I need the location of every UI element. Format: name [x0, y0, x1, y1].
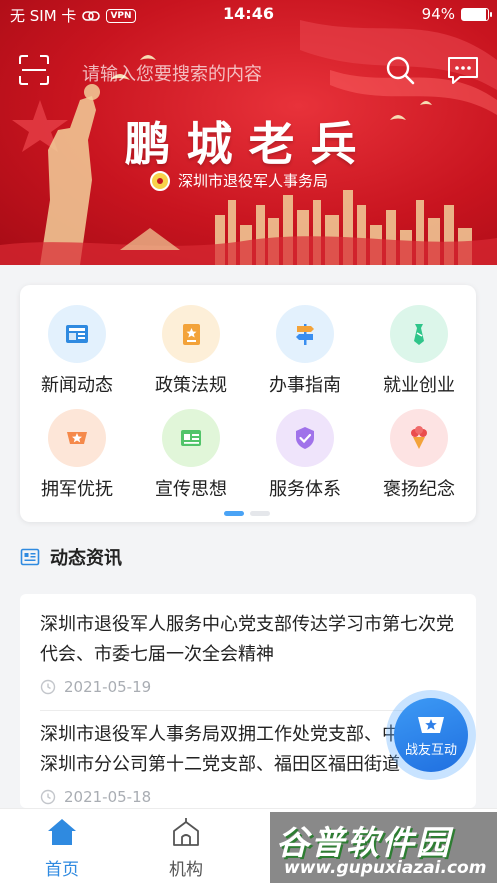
menu-item-guide[interactable]: 办事指南 [248, 305, 362, 405]
scan-icon[interactable] [18, 54, 50, 86]
banner-subtitle: 深圳市退役军人事务局 [150, 170, 328, 191]
building-icon [173, 818, 199, 846]
fab-label: 战友互动 [404, 742, 457, 758]
policy-book-icon [162, 305, 220, 363]
tab-label: 机构 [169, 860, 203, 880]
banner-subtitle-text: 深圳市退役军人事务局 [178, 172, 329, 190]
banner[interactable]: 无 SIM 卡 VPN 14:46 94% 请输入您要搜索的内容 鹏城老兵 深圳… [0, 0, 497, 265]
search-input[interactable]: 请输入您要搜索的内容 [82, 60, 262, 86]
menu-label: 拥军优抚 [41, 479, 113, 500]
news-date: 2021-05-19 [40, 678, 460, 696]
tab-organization[interactable]: 机构 [146, 817, 226, 880]
news-date-text: 2021-05-18 [64, 788, 152, 806]
pager-dot[interactable] [250, 511, 270, 516]
battery-percent: 94% [421, 5, 455, 23]
signpost-icon [276, 305, 334, 363]
watermark-url: www.gupuxiazai.com [284, 858, 487, 878]
news-list-icon [20, 548, 40, 566]
menu-label: 新闻动态 [41, 375, 113, 396]
news-date: 2021-05-18 [40, 788, 460, 806]
menu-item-news[interactable]: 新闻动态 [20, 305, 134, 405]
status-bar: 无 SIM 卡 VPN 14:46 94% [0, 0, 497, 28]
comrade-interaction-button[interactable]: 战友互动 [394, 698, 468, 772]
pager-dot[interactable] [224, 511, 244, 516]
tab-home[interactable]: 首页 [22, 817, 102, 880]
search-icon[interactable] [384, 54, 416, 86]
home-icon [48, 819, 76, 845]
flower-bouquet-icon [390, 409, 448, 467]
clock-icon [40, 789, 56, 805]
section-title: 动态资讯 [50, 548, 122, 569]
tab-label: 首页 [45, 860, 79, 880]
newspaper-icon [48, 305, 106, 363]
watermark-title: 谷普软件园 [276, 823, 451, 862]
message-icon[interactable] [446, 54, 480, 86]
star-badge-icon [48, 409, 106, 467]
menu-label: 政策法规 [155, 375, 227, 396]
search-bar: 请输入您要搜索的内容 [0, 48, 497, 92]
menu-item-policy[interactable]: 政策法规 [134, 305, 248, 405]
clock-icon [40, 679, 56, 695]
chart-board-icon [162, 409, 220, 467]
menu-label: 褒扬纪念 [383, 479, 455, 500]
menu-label: 服务体系 [269, 479, 341, 500]
news-item[interactable]: 深圳市退役军人服务中心党支部传达学习市第七次党代会、市委七届一次全会精神 202… [40, 610, 460, 696]
news-section-header: 动态资讯 [20, 544, 122, 570]
menu-label: 宣传思想 [155, 479, 227, 500]
menu-grid: 新闻动态 政策法规 办事指南 就业创业 拥军优抚 宣传思想 服务体系 褒扬纪念 [20, 285, 476, 522]
fab-halo: 战友互动 [386, 690, 476, 780]
menu-pager [224, 511, 270, 516]
menu-item-propaganda[interactable]: 宣传思想 [134, 409, 248, 509]
news-title[interactable]: 深圳市退役军人服务中心党支部传达学习市第七次党代会、市委七届一次全会精神 [40, 610, 460, 670]
menu-item-employment[interactable]: 就业创业 [362, 305, 476, 405]
banner-title: 鹏城老兵 [124, 117, 373, 171]
menu-item-service[interactable]: 服务体系 [248, 409, 362, 509]
news-date-text: 2021-05-19 [64, 678, 152, 696]
menu-item-memorial[interactable]: 褒扬纪念 [362, 409, 476, 509]
menu-item-support[interactable]: 拥军优抚 [20, 409, 134, 509]
necktie-icon [390, 305, 448, 363]
veteran-badge-icon [418, 716, 444, 733]
watermark-logo: 谷普软件园 www.gupuxiazai.com [270, 812, 497, 883]
menu-label: 就业创业 [383, 375, 455, 396]
emblem-icon [150, 170, 170, 191]
menu-label: 办事指南 [269, 375, 341, 396]
shield-check-icon [276, 409, 334, 467]
battery-icon [461, 7, 492, 21]
